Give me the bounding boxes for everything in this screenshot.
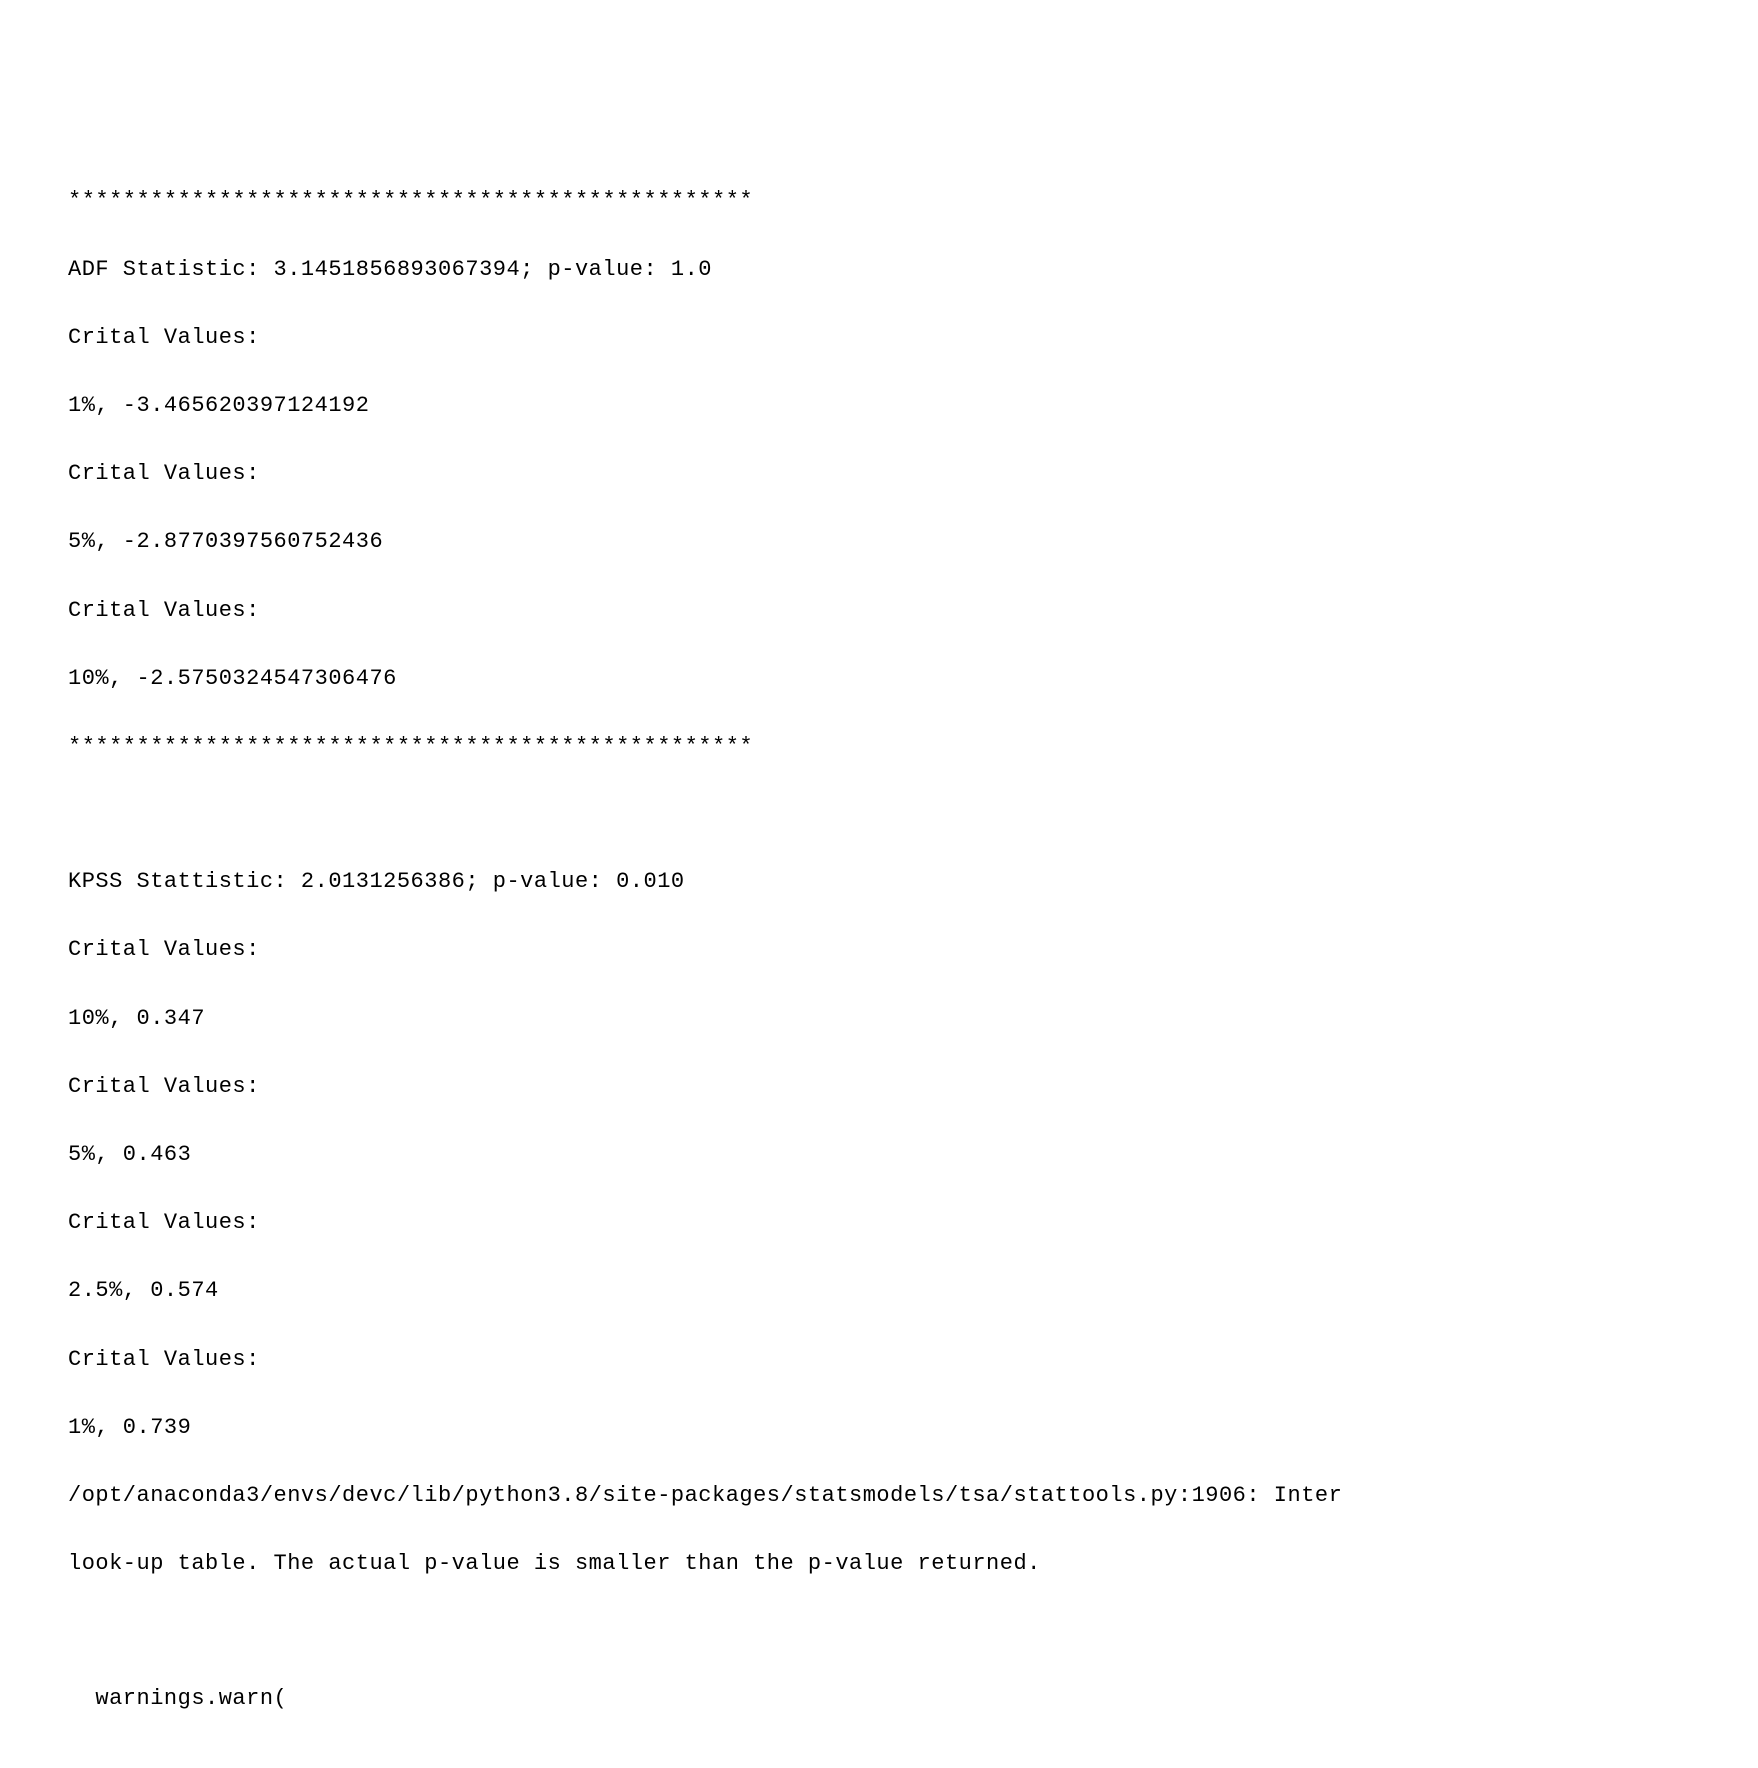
adf-critical-value-1: 1%, -3.465620397124192	[68, 389, 1758, 423]
kpss-critical-value-5: 5%, 0.463	[68, 1138, 1758, 1172]
adf-critical-value-10: 10%, -2.5750324547306476	[68, 662, 1758, 696]
warning-path-line: /opt/anaconda3/envs/devc/lib/python3.8/s…	[68, 1479, 1758, 1513]
blank-line	[68, 798, 1758, 831]
kpss-critical-value-1: 1%, 0.739	[68, 1411, 1758, 1445]
notebook-output: ****************************************…	[68, 150, 1758, 1750]
adf-critical-label-5: Crital Values:	[68, 457, 1758, 491]
kpss-critical-label-2-5: Crital Values:	[68, 1206, 1758, 1240]
adf-critical-label-10: Crital Values:	[68, 594, 1758, 628]
kpss-critical-label-10: Crital Values:	[68, 933, 1758, 967]
kpss-critical-value-2-5: 2.5%, 0.574	[68, 1274, 1758, 1308]
warning-code-line: warnings.warn(	[68, 1682, 1758, 1716]
warning-message-line: look-up table. The actual p-value is sma…	[68, 1547, 1758, 1581]
adf-critical-value-5: 5%, -2.8770397560752436	[68, 525, 1758, 559]
kpss-critical-label-5: Crital Values:	[68, 1070, 1758, 1104]
kpss-statistic-line: KPSS Stattistic: 2.0131256386; p-value: …	[68, 865, 1758, 899]
kpss-critical-label-1: Crital Values:	[68, 1343, 1758, 1377]
adf-critical-label-1: Crital Values:	[68, 321, 1758, 355]
separator-line: ****************************************…	[68, 184, 1758, 218]
blank-line	[68, 1615, 1758, 1648]
adf-statistic-line: ADF Statistic: 3.1451856893067394; p-val…	[68, 253, 1758, 287]
kpss-critical-value-10: 10%, 0.347	[68, 1002, 1758, 1036]
separator-line: ****************************************…	[68, 730, 1758, 764]
